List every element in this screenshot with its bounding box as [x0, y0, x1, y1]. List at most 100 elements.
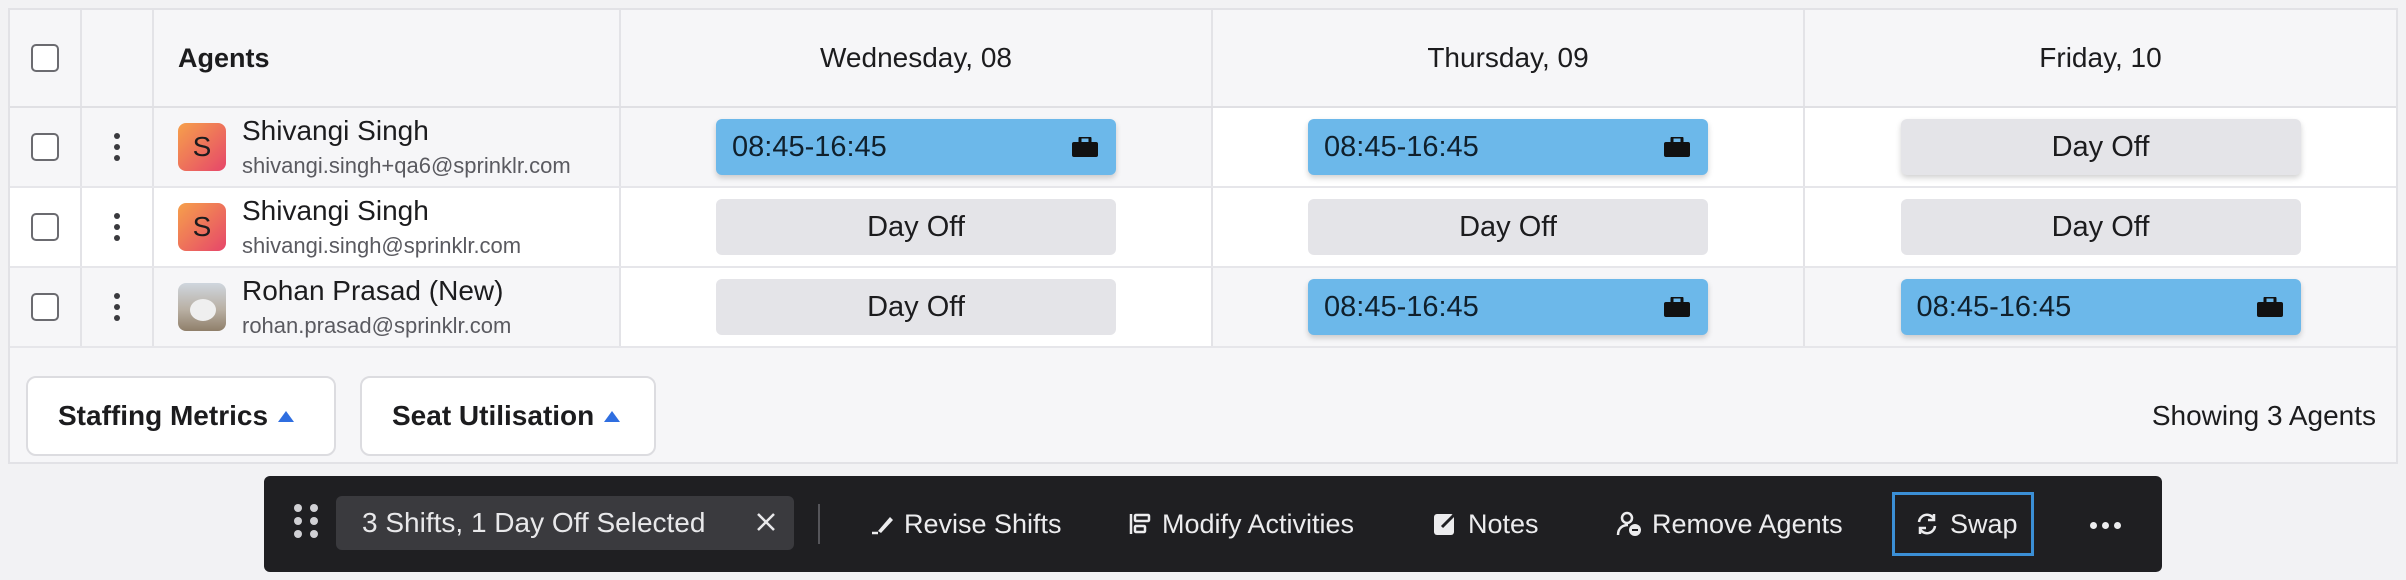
modify-activities-button[interactable]: Modify Activities [1126, 502, 1354, 546]
seat-utilisation-button[interactable]: Seat Utilisation [360, 376, 656, 456]
staffing-metrics-label: Staffing Metrics [58, 400, 269, 431]
avatar [178, 283, 226, 331]
day-off-label: Day Off [1459, 210, 1557, 243]
briefcase-icon [1664, 297, 1690, 317]
agent-name: Shivangi Singh [242, 195, 429, 226]
selection-summary: 3 Shifts, 1 Day Off Selected [362, 507, 706, 538]
day-cell: 08:45-16:45 [1213, 108, 1805, 186]
agents-column-header[interactable]: Agents [178, 43, 270, 74]
day-off-block[interactable]: Day Off [716, 279, 1116, 335]
day-cell: Day Off [1213, 188, 1805, 266]
selection-chip: 3 Shifts, 1 Day Off Selected [336, 496, 794, 550]
table-footer: Staffing Metrics Seat Utilisation Showin… [10, 348, 2396, 462]
briefcase-icon [2256, 297, 2283, 317]
table-row: S Shivangi Singh shivangi.singh+qa6@spri… [10, 108, 2396, 188]
briefcase-icon [1072, 137, 1098, 157]
revise-shifts-label: Revise Shifts [904, 508, 1062, 539]
day-off-block[interactable]: Day Off [1900, 119, 2301, 175]
swap-icon [1917, 513, 1937, 535]
select-all-checkbox[interactable] [31, 44, 59, 72]
notes-button[interactable]: Notes [1432, 502, 1539, 546]
seat-utilisation-label: Seat Utilisation [392, 400, 595, 431]
caret-up-icon [604, 410, 621, 422]
day-cell: 08:45-16:45 [1805, 268, 2396, 346]
row-checkbox-cell [10, 108, 82, 186]
row-checkbox[interactable] [31, 293, 59, 321]
caret-up-icon [278, 410, 295, 422]
table-row: Rohan Prasad (New) rohan.prasad@sprinklr… [10, 268, 2396, 348]
shift-time: 08:45-16:45 [732, 130, 887, 163]
day-off-label: Day Off [867, 210, 965, 243]
day-off-block[interactable]: Day Off [1900, 199, 2301, 255]
swap-label: Swap [1950, 508, 2018, 539]
agent-email: rohan.prasad@sprinklr.com [242, 313, 512, 338]
agent-count-label: Showing 3 Agents [2151, 400, 2376, 431]
row-menu-cell [82, 188, 154, 266]
shift-block[interactable]: 08:45-16:45 [1900, 279, 2301, 335]
day-column-header: Friday, 10 [2039, 42, 2162, 73]
agent-email: shivangi.singh+qa6@sprinklr.com [242, 153, 571, 178]
shift-block[interactable]: 08:45-16:45 [1308, 119, 1708, 175]
notes-label: Notes [1468, 508, 1539, 539]
avatar: S [178, 123, 226, 171]
remove-agents-button[interactable]: Remove Agents [1616, 502, 1843, 546]
divider [818, 504, 820, 544]
agent-email: shivangi.singh@sprinklr.com [242, 233, 522, 258]
table-header: Agents Wednesday, 08 Thursday, 09 Friday… [10, 10, 2396, 108]
row-checkbox-cell [10, 188, 82, 266]
agent-name: Rohan Prasad (New) [242, 275, 504, 306]
more-icon[interactable] [2090, 522, 2121, 529]
remove-user-icon [1616, 511, 1641, 536]
kebab-icon[interactable] [114, 213, 120, 241]
header-agents-cell: Agents [154, 10, 621, 106]
shift-time: 08:45-16:45 [1324, 290, 1479, 323]
activities-icon [1129, 513, 1151, 534]
briefcase-icon [1664, 137, 1690, 157]
pencil-icon [872, 517, 893, 535]
notes-icon [1434, 512, 1457, 535]
day-column-header: Wednesday, 08 [820, 42, 1012, 73]
day-cell: 08:45-16:45 [1213, 268, 1805, 346]
header-checkbox-cell [10, 10, 82, 106]
row-checkbox[interactable] [31, 213, 59, 241]
shift-block[interactable]: 08:45-16:45 [716, 119, 1116, 175]
kebab-icon[interactable] [114, 133, 120, 161]
kebab-icon[interactable] [114, 293, 120, 321]
header-day-cell: Friday, 10 [1805, 10, 2396, 106]
day-cell: Day Off [1805, 188, 2396, 266]
day-cell: 08:45-16:45 [621, 108, 1213, 186]
day-off-label: Day Off [2051, 210, 2150, 243]
shift-time: 08:45-16:45 [1324, 130, 1479, 163]
close-icon[interactable] [754, 510, 778, 534]
day-off-label: Day Off [867, 290, 965, 323]
agent-cell: S Shivangi Singh shivangi.singh+qa6@spri… [154, 108, 621, 186]
avatar: S [178, 203, 226, 251]
day-off-block[interactable]: Day Off [716, 199, 1116, 255]
agent-cell: S Shivangi Singh shivangi.singh@sprinklr… [154, 188, 621, 266]
shift-time: 08:45-16:45 [1916, 290, 2072, 323]
day-off-block[interactable]: Day Off [1308, 199, 1708, 255]
schedule-panel: Agents Wednesday, 08 Thursday, 09 Friday… [8, 8, 2398, 464]
row-menu-cell [82, 268, 154, 346]
day-off-label: Day Off [2051, 130, 2150, 163]
row-menu-cell [82, 108, 154, 186]
drag-handle-icon[interactable] [294, 504, 318, 538]
shift-block[interactable]: 08:45-16:45 [1308, 279, 1708, 335]
day-cell: Day Off [621, 268, 1213, 346]
revise-shifts-button[interactable]: Revise Shifts [868, 502, 1062, 546]
swap-button[interactable]: Swap [1914, 502, 2018, 546]
remove-agents-label: Remove Agents [1652, 508, 1843, 539]
table-row: S Shivangi Singh shivangi.singh@sprinklr… [10, 188, 2396, 268]
header-day-cell: Thursday, 09 [1213, 10, 1805, 106]
row-checkbox-cell [10, 268, 82, 346]
header-day-cell: Wednesday, 08 [621, 10, 1213, 106]
modify-activities-label: Modify Activities [1162, 508, 1355, 539]
day-column-header: Thursday, 09 [1427, 42, 1589, 73]
day-cell: Day Off [1805, 108, 2396, 186]
row-checkbox[interactable] [31, 133, 59, 161]
staffing-metrics-button[interactable]: Staffing Metrics [26, 376, 336, 456]
agent-cell: Rohan Prasad (New) rohan.prasad@sprinklr… [154, 268, 621, 346]
day-cell: Day Off [621, 188, 1213, 266]
bulk-action-bar: 3 Shifts, 1 Day Off Selected Revise Shif… [264, 476, 2162, 572]
header-menu-cell [82, 10, 154, 106]
